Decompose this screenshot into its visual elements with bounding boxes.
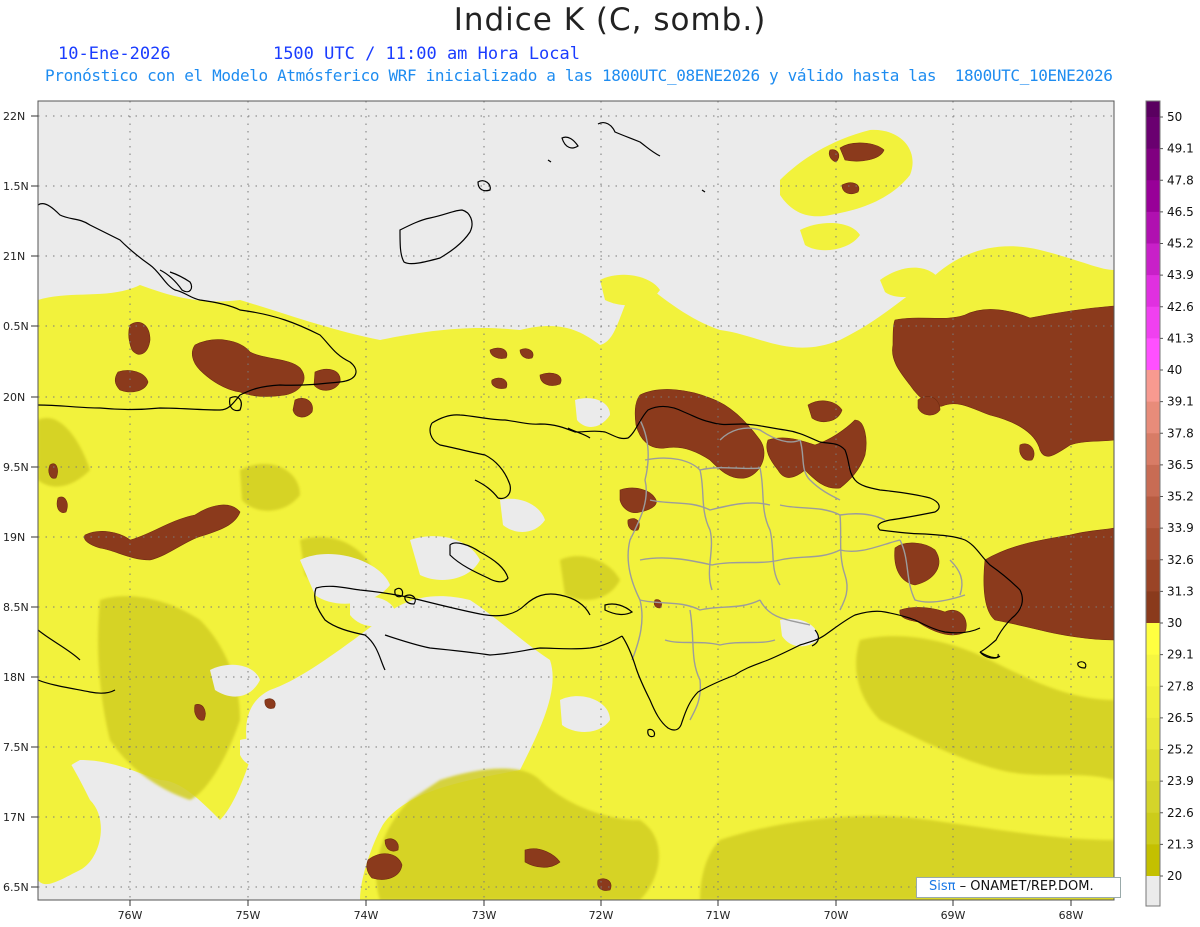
colorbar-swatch: [1146, 180, 1160, 213]
colorbar-label: 25.2: [1167, 743, 1194, 757]
credit-box: Sisπ – ONAMET/REP.DOM.: [916, 877, 1121, 898]
colorbar-swatch: [1146, 243, 1160, 276]
colorbar-label: 43.9: [1167, 268, 1194, 282]
k-index-map: 22N 1.5N 21N 0.5N 20N 9.5N 19N 8.5N 18N …: [3, 100, 1194, 922]
colorbar-label: 23.9: [1167, 774, 1194, 788]
sispi-brand: Sisπ: [929, 879, 956, 894]
lat-label: 0.5N: [3, 320, 29, 333]
lat-label: 21N: [3, 250, 25, 263]
colorbar-swatch: [1146, 654, 1160, 687]
colorbar-swatch: [1146, 749, 1160, 782]
lat-label: 22N: [3, 110, 25, 123]
colorbar-swatch: [1146, 591, 1160, 624]
colorbar: 20 21.3 22.6 23.9 25.2 26.5 27.8 29.1 30 31.3 32.6…: [1145, 100, 1194, 907]
lon-label: 73W: [472, 909, 497, 922]
lon-label: 70W: [824, 909, 849, 922]
colorbar-label: 20: [1167, 869, 1182, 883]
colorbar-label: 33.9: [1167, 521, 1194, 535]
colorbar-swatch: [1146, 781, 1160, 814]
colorbar-swatch: [1146, 844, 1160, 877]
colorbar-swatch: [1146, 812, 1160, 845]
colorbar-over-swatch: [1146, 101, 1160, 117]
lat-label: 19N: [3, 531, 25, 544]
colorbar-label: 46.5: [1167, 205, 1194, 219]
colorbar-label: 45.2: [1167, 237, 1194, 251]
colorbar-label: 39.1: [1167, 395, 1194, 409]
lat-label: 7.5N: [3, 741, 29, 754]
lon-label: 68W: [1059, 909, 1084, 922]
colorbar-swatch: [1146, 623, 1160, 656]
colorbar-swatch: [1146, 401, 1160, 434]
lat-label: 8.5N: [3, 601, 29, 614]
lat-label: 6.5N: [3, 881, 29, 894]
colorbar-swatch: [1146, 275, 1160, 308]
colorbar-label: 30: [1167, 616, 1182, 630]
lon-label: 71W: [706, 909, 731, 922]
lat-label: 9.5N: [3, 461, 29, 474]
colorbar-swatch: [1146, 686, 1160, 719]
colorbar-swatch: [1146, 370, 1160, 403]
lat-label: 18N: [3, 671, 25, 684]
colorbar-swatch: [1146, 148, 1160, 181]
lat-label: 17N: [3, 811, 25, 824]
lon-label: 74W: [354, 909, 379, 922]
longitude-labels: 76W 75W 74W 73W 72W 71W 70W 69W 68W: [118, 909, 1084, 922]
colorbar-label: 50: [1167, 110, 1182, 124]
colorbar-swatch: [1146, 464, 1160, 497]
colorbar-swatch: [1146, 117, 1160, 150]
colorbar-swatch: [1146, 433, 1160, 466]
colorbar-swatch: [1146, 211, 1160, 244]
colorbar-swatch: [1146, 306, 1160, 339]
credit-org: – ONAMET/REP.DOM.: [959, 879, 1094, 894]
colorbar-swatch: [1146, 496, 1160, 529]
colorbar-label: 37.8: [1167, 426, 1194, 440]
lat-label: 1.5N: [3, 180, 29, 193]
lon-label: 76W: [118, 909, 143, 922]
colorbar-label: 42.6: [1167, 300, 1194, 314]
colorbar-label: 49.1: [1167, 142, 1194, 156]
colorbar-label: 26.5: [1167, 711, 1194, 725]
colorbar-label: 41.3: [1167, 331, 1194, 345]
colorbar-label: 47.8: [1167, 173, 1194, 187]
colorbar-swatch: [1146, 717, 1160, 750]
colorbar-swatch: [1146, 559, 1160, 592]
colorbar-swatch: [1146, 528, 1160, 561]
lon-label: 69W: [941, 909, 966, 922]
colorbar-under-swatch: [1146, 876, 1160, 906]
latitude-labels: 22N 1.5N 21N 0.5N 20N 9.5N 19N 8.5N 18N …: [3, 110, 29, 894]
lon-label: 72W: [589, 909, 614, 922]
lat-label: 20N: [3, 391, 25, 404]
colorbar-label: 36.5: [1167, 458, 1194, 472]
colorbar-label: 31.3: [1167, 584, 1194, 598]
colorbar-label: 40: [1167, 363, 1182, 377]
colorbar-label: 35.2: [1167, 490, 1194, 504]
colorbar-label: 32.6: [1167, 553, 1194, 567]
colorbar-label: 22.6: [1167, 806, 1194, 820]
colorbar-label: 29.1: [1167, 648, 1194, 662]
colorbar-swatch: [1146, 338, 1160, 371]
colorbar-label: 27.8: [1167, 679, 1194, 693]
lon-label: 75W: [236, 909, 261, 922]
colorbar-label: 21.3: [1167, 837, 1194, 851]
